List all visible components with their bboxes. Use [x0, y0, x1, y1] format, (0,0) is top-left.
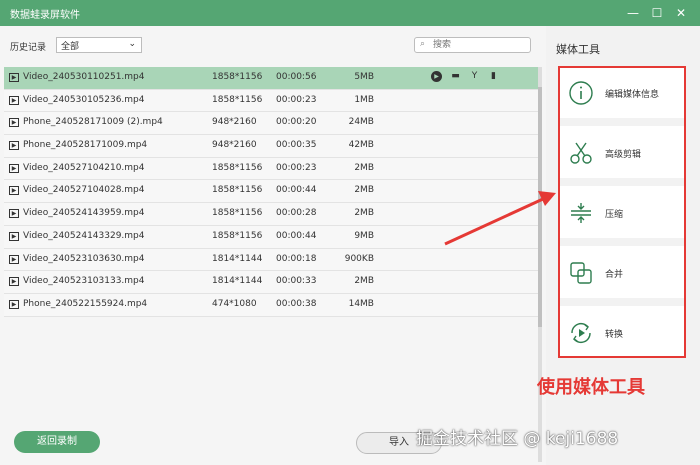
file-duration: 00:00:20	[276, 117, 317, 128]
video-file-icon: ▶	[9, 163, 19, 173]
video-file-icon: ▶	[9, 118, 19, 128]
scrollbar[interactable]	[538, 67, 542, 462]
search-input[interactable]	[433, 39, 523, 51]
file-size: 14MB	[348, 298, 374, 309]
video-file-icon: ▶	[9, 299, 19, 309]
file-table: ▶ Video_240530110251.mp4 1858*1156 00:00:56…	[4, 67, 540, 317]
file-duration: 00:00:44	[276, 230, 317, 241]
file-resolution: 1858*1156	[212, 208, 263, 219]
row-actions: ▶ ▬ Y ▮	[431, 71, 507, 82]
search-box[interactable]: ⌕	[414, 37, 531, 53]
file-duration: 00:00:28	[276, 208, 317, 219]
delete-icon[interactable]: ▮	[488, 71, 499, 82]
file-duration: 00:00:56	[276, 72, 317, 82]
file-resolution: 948*2160	[212, 117, 257, 128]
file-resolution: 1814*1144	[212, 253, 263, 264]
filter-selected-value: 全部	[61, 42, 80, 52]
file-size: 9MB	[354, 230, 374, 241]
file-size: 2MB	[354, 162, 374, 173]
table-row[interactable]: ▶ Video_240523103630.mp4 1814*1144 00:00:18…	[4, 248, 540, 272]
history-pane: 历史记录 全部 ⌄ ⌕ ▶ Video_240530110251.mp4 1858*…	[0, 26, 546, 465]
file-resolution: 1814*1144	[212, 276, 263, 287]
file-resolution: 1858*1156	[212, 162, 263, 173]
file-name: Video_240527104210.mp4	[23, 162, 145, 173]
video-file-icon: ▶	[9, 141, 19, 151]
video-file-icon: ▶	[9, 277, 19, 287]
file-duration: 00:00:18	[276, 253, 317, 264]
table-row[interactable]: ▶ Video_240530110251.mp4 1858*1156 00:00:56…	[4, 67, 540, 90]
maximize-icon[interactable]: ☐	[648, 4, 666, 22]
back-to-recording-button[interactable]: 返回录制	[14, 431, 100, 453]
video-file-icon: ▶	[9, 186, 19, 196]
app-title: 数据蛙录屏软件	[10, 10, 80, 21]
scrollbar-thumb[interactable]	[538, 87, 542, 327]
video-file-icon: ▶	[9, 254, 19, 264]
file-size: 5MB	[354, 72, 374, 82]
file-duration: 00:00:23	[276, 162, 317, 173]
file-size: 24MB	[348, 117, 374, 128]
file-name: Video_240523103630.mp4	[23, 253, 145, 264]
file-name: Phone_240528171009.mp4	[23, 140, 148, 151]
file-name: Video_240523103133.mp4	[23, 276, 145, 287]
folder-icon[interactable]: ▬	[450, 71, 461, 82]
edit-tools-icon[interactable]: Y	[469, 71, 480, 82]
file-duration: 00:00:33	[276, 276, 317, 287]
minimize-icon[interactable]: —	[624, 4, 642, 22]
file-size: 42MB	[348, 140, 374, 151]
highlight-box	[558, 66, 686, 358]
table-row[interactable]: ▶ Video_240527104028.mp4 1858*1156 00:00:44…	[4, 180, 540, 204]
table-row[interactable]: ▶ Phone_240522155924.mp4 474*1080 00:00:38 1…	[4, 293, 540, 317]
file-duration: 00:00:35	[276, 140, 317, 151]
video-file-icon: ▶	[9, 231, 19, 241]
file-size: 2MB	[354, 185, 374, 196]
table-row[interactable]: ▶ Phone_240528171009.mp4 948*2160 00:00:35 4…	[4, 135, 540, 158]
file-size: 2MB	[354, 276, 374, 287]
search-icon: ⌕	[420, 39, 426, 49]
file-duration: 00:00:23	[276, 94, 317, 105]
file-name: Video_240530110251.mp4	[23, 72, 145, 82]
file-resolution: 948*2160	[212, 140, 257, 151]
file-resolution: 1858*1156	[212, 72, 263, 82]
close-icon[interactable]: ✕	[672, 4, 690, 22]
table-row[interactable]: ▶ Video_240530105236.mp4 1858*1156 00:00:23…	[4, 89, 540, 113]
title-bar: 数据蛙录屏软件 — ☐ ✕	[0, 0, 700, 26]
file-resolution: 1858*1156	[212, 230, 263, 241]
file-name: Video_240530105236.mp4	[23, 94, 145, 105]
table-row[interactable]: ▶ Video_240527104210.mp4 1858*1156 00:00:23…	[4, 157, 540, 181]
table-row[interactable]: ▶ Video_240524143329.mp4 1858*1156 00:00:44…	[4, 225, 540, 249]
video-file-icon: ▶	[9, 73, 19, 82]
file-resolution: 1858*1156	[212, 94, 263, 105]
file-duration: 00:00:38	[276, 298, 317, 309]
file-name: Video_240527104028.mp4	[23, 185, 145, 196]
history-label: 历史记录	[10, 43, 47, 53]
annotation-text: 使用媒体工具	[537, 377, 645, 398]
chevron-down-icon: ⌄	[128, 39, 136, 49]
file-size: 1MB	[354, 94, 374, 105]
file-size: 900KB	[344, 253, 374, 264]
media-tools-title: 媒体工具	[556, 43, 600, 56]
file-name: Video_240524143959.mp4	[23, 208, 145, 219]
file-resolution: 1858*1156	[212, 185, 263, 196]
file-name: Phone_240522155924.mp4	[23, 298, 148, 309]
video-file-icon: ▶	[9, 209, 19, 219]
filter-select[interactable]: 全部 ⌄	[56, 37, 142, 53]
table-row[interactable]: ▶ Video_240524143959.mp4 1858*1156 00:00:28…	[4, 203, 540, 226]
watermark: 掘金技术社区 @ keji1688	[416, 429, 619, 449]
file-name: Video_240524143329.mp4	[23, 230, 145, 241]
file-name: Phone_240528171009 (2).mp4	[23, 117, 163, 128]
table-row[interactable]: ▶ Phone_240528171009 (2).mp4 948*2160 00:00…	[4, 112, 540, 136]
file-duration: 00:00:44	[276, 185, 317, 196]
play-icon[interactable]: ▶	[431, 71, 442, 82]
video-file-icon: ▶	[9, 95, 19, 105]
file-size: 2MB	[354, 208, 374, 219]
table-row[interactable]: ▶ Video_240523103133.mp4 1814*1144 00:00:33…	[4, 271, 540, 294]
file-resolution: 474*1080	[212, 298, 257, 309]
